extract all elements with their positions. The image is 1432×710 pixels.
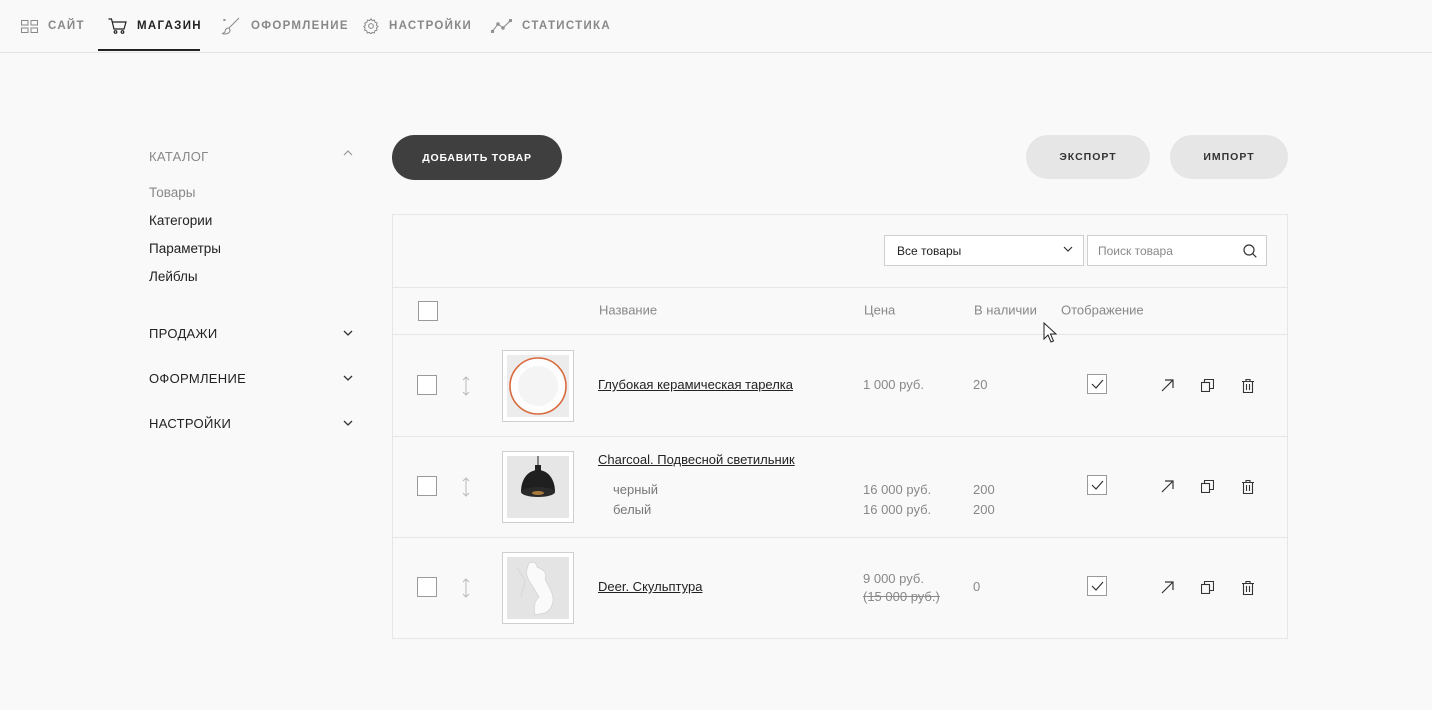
product-stock: 0 [973,579,981,594]
nav-tab-label: САЙТ [48,20,85,32]
sidebar-item-categories[interactable]: Категории [149,213,212,228]
variant-name: белый [613,502,652,517]
lamp-image-drawing [521,456,555,497]
search-icon[interactable] [1243,244,1257,258]
product-old-price: (15 000 руб.) [863,589,940,604]
variant-price: 16 000 руб. [863,502,932,517]
row-select-checkbox[interactable] [417,476,437,496]
product-name-link[interactable]: Глубокая керамическая тарелка [598,377,793,392]
copy-icon[interactable] [1201,581,1214,594]
active-tab-indicator [98,49,200,51]
row-select-checkbox[interactable] [417,577,437,597]
copy-icon[interactable] [1201,480,1214,493]
variant-stock: 200 [973,482,995,497]
display-toggle-checkbox[interactable] [1087,374,1107,394]
open-link-icon[interactable] [1161,379,1174,392]
mouse-cursor-icon [1043,322,1057,343]
gear-icon [363,18,379,34]
import-button[interactable]: ИМПОРТ [1170,135,1288,179]
trash-icon[interactable] [1242,480,1254,494]
open-link-icon[interactable] [1161,480,1174,493]
variant-price: 16 000 руб. [863,482,932,497]
top-nav: САЙТ МАГАЗИН ОФОРМЛЕНИЕ НАСТРОЙКИ СТАТИС… [0,0,1432,53]
nav-tab-label: НАСТРОЙКИ [389,20,473,32]
chart-icon [491,19,512,33]
product-price: 1 000 руб. [863,377,924,392]
plate-image-drawing [509,357,567,415]
row-select-checkbox[interactable] [417,375,437,395]
chevron-down-icon[interactable] [343,330,353,336]
product-name-link[interactable]: Deer. Скульптура [598,579,702,594]
checkmark-icon [1091,480,1104,490]
sidebar-section-sales[interactable]: ПРОДАЖИ [149,326,217,341]
export-button[interactable]: ЭКСПОРТ [1026,135,1150,179]
product-thumbnail[interactable] [502,350,574,422]
select-all-checkbox[interactable] [418,301,438,321]
sidebar-item-labels[interactable]: Лейблы [149,269,198,284]
nav-tab-shop[interactable]: МАГАЗИН [108,0,202,52]
drag-handle-icon[interactable] [461,477,471,497]
sidebar-item-parameters[interactable]: Параметры [149,241,221,256]
nav-tab-statistics[interactable]: СТАТИСТИКА [491,0,611,52]
column-header-stock: В наличии [974,302,1037,318]
checkmark-icon [1091,379,1104,389]
sidebar-section-catalog[interactable]: КАТАЛОГ [149,149,208,164]
sidebar-section-settings[interactable]: НАСТРОЙКИ [149,416,231,431]
trash-icon[interactable] [1242,379,1254,393]
lamp-image [507,456,569,518]
display-toggle-checkbox[interactable] [1087,576,1107,596]
product-price: 9 000 руб. [863,571,924,586]
nav-tab-settings[interactable]: НАСТРОЙКИ [363,0,472,52]
row-divider [393,537,1287,538]
product-thumbnail[interactable] [502,451,574,523]
sculpture-image [507,557,569,619]
drag-handle-icon[interactable] [461,376,471,396]
product-thumbnail[interactable] [502,552,574,624]
sidebar-section-design[interactable]: ОФОРМЛЕНИЕ [149,371,246,386]
table-header [393,287,1287,335]
nav-tab-label: СТАТИСТИКА [522,20,611,32]
search-input[interactable] [1088,236,1238,265]
sculpture-image-drawing [516,561,554,616]
variant-stock: 200 [973,502,995,517]
row-divider [393,436,1287,437]
nav-tab-site[interactable]: САЙТ [21,0,85,52]
product-filter-value: Все товары [897,243,962,258]
variant-name: черный [613,482,659,497]
chevron-up-icon[interactable] [343,150,353,156]
product-filter-select[interactable]: Все товары [884,235,1084,266]
nav-tab-label: ОФОРМЛЕНИЕ [251,20,349,32]
nav-tab-design[interactable]: ОФОРМЛЕНИЕ [221,0,349,52]
copy-icon[interactable] [1201,379,1214,392]
product-search [1087,235,1267,266]
sidebar-item-products[interactable]: Товары [149,185,195,200]
column-header-name: Название [599,302,658,318]
brush-icon [221,17,240,35]
checkmark-icon [1091,581,1104,591]
add-product-button[interactable]: ДОБАВИТЬ ТОВАР [392,135,562,180]
product-name-link[interactable]: Charcoal. Подвесной светильник [598,452,795,467]
grid-icon [21,19,38,33]
product-stock: 20 [973,377,988,392]
open-link-icon[interactable] [1161,581,1174,594]
cart-icon [108,18,127,34]
column-header-display: Отображение [1061,302,1144,318]
drag-handle-icon[interactable] [461,578,471,598]
chevron-down-icon[interactable] [343,420,353,426]
trash-icon[interactable] [1242,581,1254,595]
chevron-down-icon [1063,246,1073,252]
nav-tab-label: МАГАЗИН [137,20,202,32]
column-header-price: Цена [864,302,896,318]
plate-image [507,355,569,417]
chevron-down-icon[interactable] [343,375,353,381]
display-toggle-checkbox[interactable] [1087,475,1107,495]
